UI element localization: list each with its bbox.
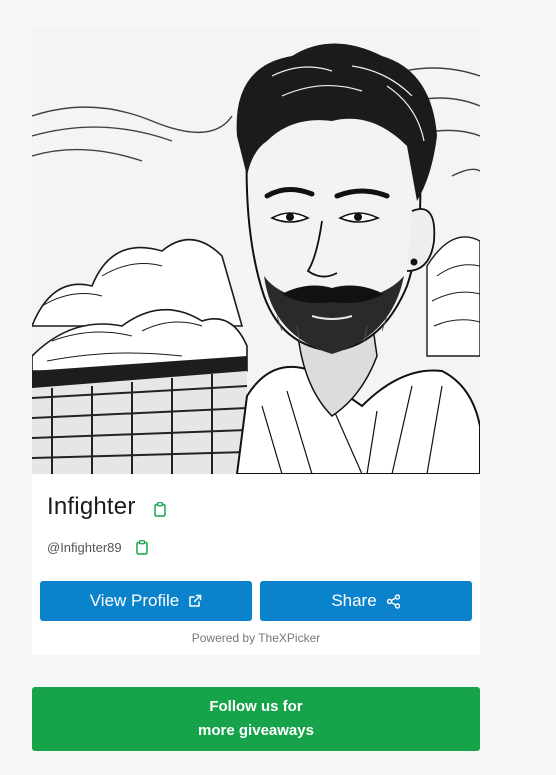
share-button[interactable]: Share (260, 581, 472, 621)
powered-by-text: Powered by TheXPicker (191, 631, 321, 645)
profile-name: Infighter (47, 493, 136, 520)
follow-giveaways-button[interactable]: Follow us for more giveaways (32, 687, 480, 751)
profile-avatar-illustration (32, 26, 480, 474)
profile-avatar (32, 26, 480, 474)
external-link-icon (188, 594, 202, 608)
profile-card: Infighter @Infighter89 View Profile Shar… (32, 26, 480, 655)
copy-handle-clipboard-icon[interactable] (135, 540, 148, 555)
view-profile-label: View Profile (89, 591, 180, 610)
follow-line-2: more giveaways (198, 722, 314, 739)
profile-name-row: Infighter (47, 493, 166, 521)
follow-line-1: Follow us for (209, 698, 303, 715)
share-icon (386, 593, 401, 609)
profile-handle: @Infighter89 (47, 539, 122, 555)
view-profile-button[interactable]: View Profile (40, 581, 252, 621)
share-label: Share (331, 591, 377, 610)
copy-name-clipboard-icon[interactable] (153, 501, 166, 517)
profile-handle-row: @Infighter89 (47, 539, 148, 555)
